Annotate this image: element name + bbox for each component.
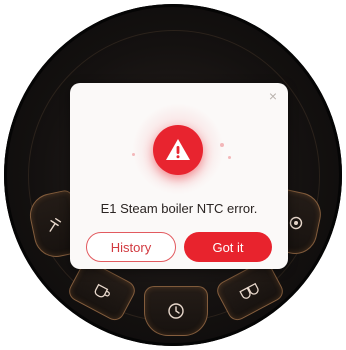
- error-message: E1 Steam boiler NTC error.: [100, 201, 258, 216]
- alert-badge: [153, 125, 203, 175]
- settings-icon: [289, 216, 303, 230]
- close-icon[interactable]: ×: [269, 89, 277, 103]
- timer-button[interactable]: [144, 286, 208, 336]
- got-it-button[interactable]: Got it: [184, 232, 272, 262]
- grinder-icon: [49, 218, 62, 232]
- double-cup-icon: [239, 282, 259, 299]
- history-button[interactable]: History: [86, 232, 176, 262]
- timer-icon: [168, 303, 184, 319]
- sparkle: [132, 153, 135, 156]
- cup-icon: [94, 283, 110, 298]
- warning-icon: [166, 139, 190, 160]
- device-screen: × E1 Steam boiler NTC error. History Got…: [0, 0, 346, 350]
- sparkle: [228, 156, 231, 159]
- error-dialog: × E1 Steam boiler NTC error. History Got…: [70, 83, 288, 269]
- sparkle: [220, 143, 224, 147]
